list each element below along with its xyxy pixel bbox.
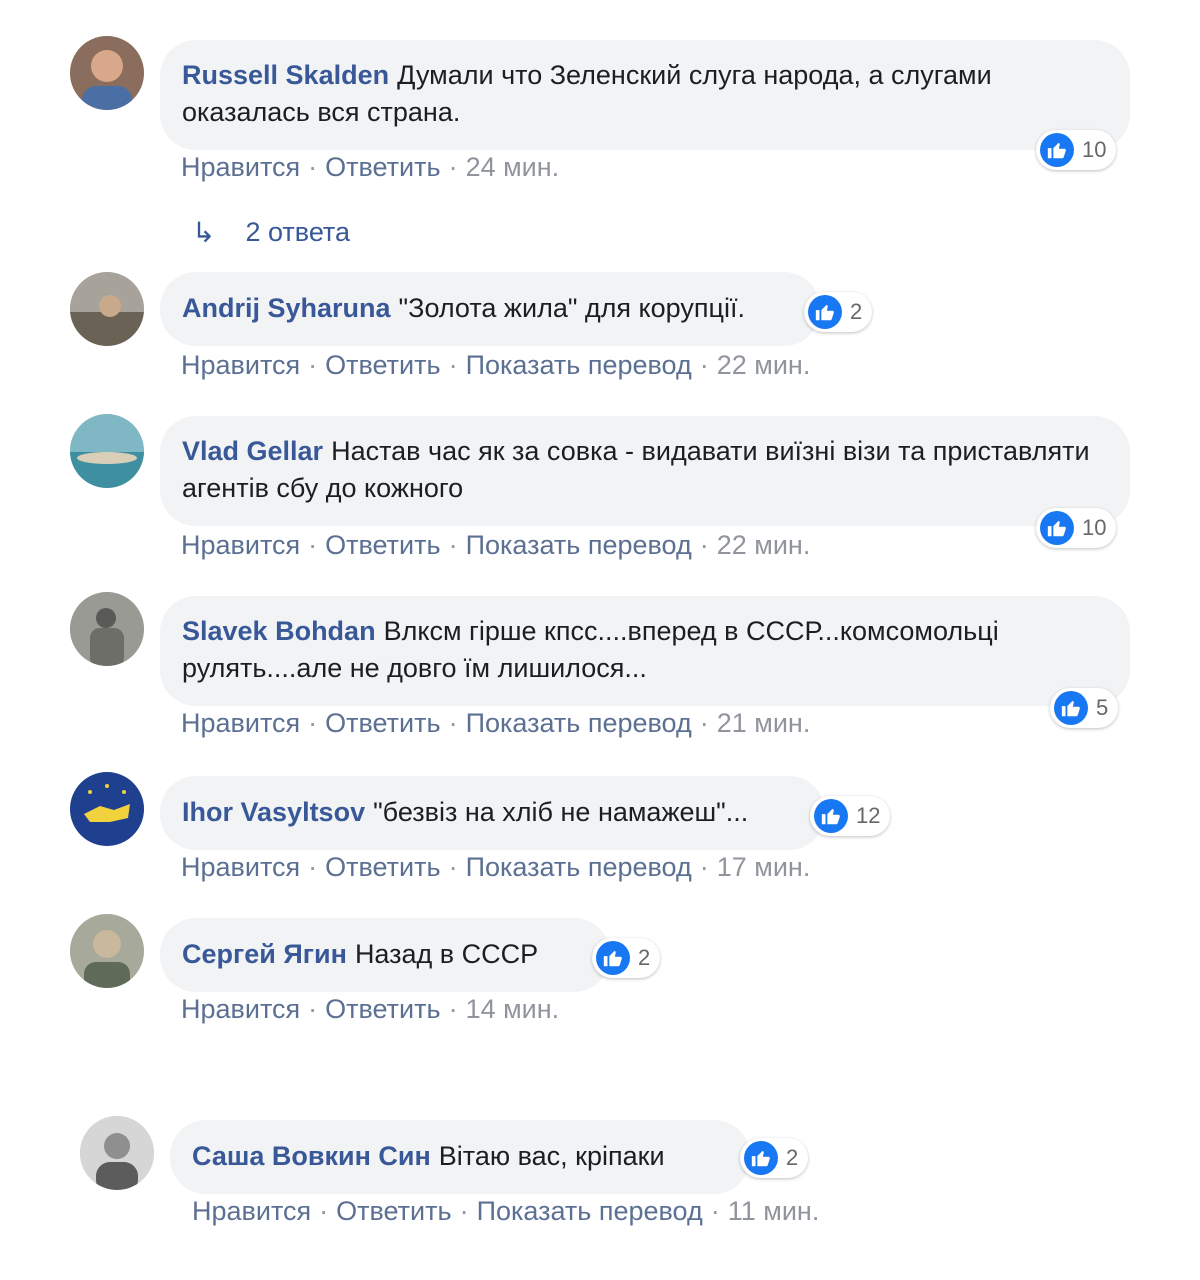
thumbs-up-icon [744,1141,778,1175]
comment-text: "безвіз на хліб не намажеш"... [373,797,749,827]
reply-link[interactable]: Ответить [325,530,440,560]
comment-bubble: Slavek Bohdan Влксм гірше кпсс....вперед … [160,596,1130,706]
avatar[interactable] [80,1116,154,1190]
timestamp[interactable]: 22 мин. [717,530,811,560]
like-link[interactable]: Нравится [181,708,300,738]
comment-bubble: Сергей Ягин Назад в СССР [160,918,610,992]
reaction-count[interactable]: 5 [1050,688,1119,728]
timestamp[interactable]: 21 мин. [717,708,811,738]
avatar[interactable] [70,914,144,988]
comment-author[interactable]: Russell Skalden [182,60,389,90]
comment-actions: Нравится · Ответить · Показать перевод · 22 ми… [181,530,811,560]
comment-text: Назад в СССР [354,939,539,969]
comment-author[interactable]: Саша Вовкин Син [192,1141,431,1171]
reaction-number: 2 [850,299,863,324]
reaction-count[interactable]: 2 [592,938,661,978]
reaction-number: 2 [638,945,651,970]
reply-link[interactable]: Ответить [336,1196,451,1226]
comment-author[interactable]: Сергей Ягин [182,939,347,969]
timestamp[interactable]: 11 мин. [728,1196,820,1226]
thumbs-up-icon [808,295,842,329]
comment-author[interactable]: Ihor Vasyltsov [182,797,365,827]
comment-author[interactable]: Slavek Bohdan [182,616,376,646]
thumbs-up-icon [596,941,630,975]
comment-actions: Нравится · Ответить · Показать перевод · 17 ми… [181,852,811,882]
like-link[interactable]: Нравится [181,152,300,182]
like-link[interactable]: Нравится [181,530,300,560]
reaction-count[interactable]: 10 [1036,508,1117,548]
reply-link[interactable]: Ответить [325,152,440,182]
comment-actions: Нравится · Ответить · 14 мин. [181,994,560,1024]
comment-actions: Нравится · Ответить · Показать перевод · 21 ми… [181,708,811,738]
reply-link[interactable]: Ответить [325,852,440,882]
reaction-count[interactable]: 12 [810,796,891,836]
avatar[interactable] [70,592,144,666]
comment-bubble: Саша Вовкин Син Вітаю вас, кріпаки [170,1120,750,1194]
like-link[interactable]: Нравится [181,994,300,1024]
translate-link[interactable]: Показать перевод [477,1196,703,1226]
reaction-number: 5 [1096,695,1109,720]
comment-bubble: Andrij Syharuna "Золота жила" для корупці… [160,272,820,346]
comment-text: "Золота жила" для корупції. [398,293,745,323]
reaction-number: 12 [856,803,881,828]
reaction-count[interactable]: 2 [804,292,873,332]
comment-text: Вітаю вас, кріпаки [438,1141,665,1171]
comment-bubble: Ihor Vasyltsov "безвіз на хліб не намажеш… [160,776,825,850]
timestamp[interactable]: 14 мин. [466,994,560,1024]
translate-link[interactable]: Показать перевод [466,852,692,882]
thumbs-up-icon [1054,691,1088,725]
view-replies-link[interactable]: ↳ 2 ответа [192,216,350,249]
comment-actions: Нравится · Ответить · Показать перевод · 11 ми… [192,1196,820,1226]
reply-arrow-icon: ↳ [192,217,216,248]
reaction-count[interactable]: 10 [1036,130,1117,170]
reaction-number: 2 [786,1145,799,1170]
comment-bubble: Russell Skalden Думали что Зеленский слуг… [160,40,1130,150]
reaction-number: 10 [1082,137,1107,162]
thumbs-up-icon [1040,133,1074,167]
translate-link[interactable]: Показать перевод [466,530,692,560]
like-link[interactable]: Нравится [181,350,300,380]
reply-link[interactable]: Ответить [325,350,440,380]
comment-actions: Нравится · Ответить · 24 мин. [181,152,560,182]
thumbs-up-icon [814,799,848,833]
reply-link[interactable]: Ответить [325,708,440,738]
reaction-count[interactable]: 2 [740,1138,809,1178]
like-link[interactable]: Нравится [181,852,300,882]
like-link[interactable]: Нравится [192,1196,311,1226]
timestamp[interactable]: 17 мин. [717,852,811,882]
replies-count[interactable]: 2 ответа [245,217,350,248]
comment-author[interactable]: Vlad Gellar [182,436,323,466]
comment-author[interactable]: Andrij Syharuna [182,293,391,323]
translate-link[interactable]: Показать перевод [466,708,692,738]
timestamp[interactable]: 24 мин. [466,152,560,182]
avatar[interactable] [70,272,144,346]
timestamp[interactable]: 22 мин. [717,350,811,380]
comment-bubble: Vlad Gellar Настав час як за совка - вида… [160,416,1130,526]
thumbs-up-icon [1040,511,1074,545]
avatar[interactable] [70,414,144,488]
reaction-number: 10 [1082,515,1107,540]
translate-link[interactable]: Показать перевод [466,350,692,380]
avatar[interactable] [70,36,144,110]
comment-actions: Нравится · Ответить · Показать перевод · 22 ми… [181,350,811,380]
reply-link[interactable]: Ответить [325,994,440,1024]
avatar[interactable] [70,772,144,846]
